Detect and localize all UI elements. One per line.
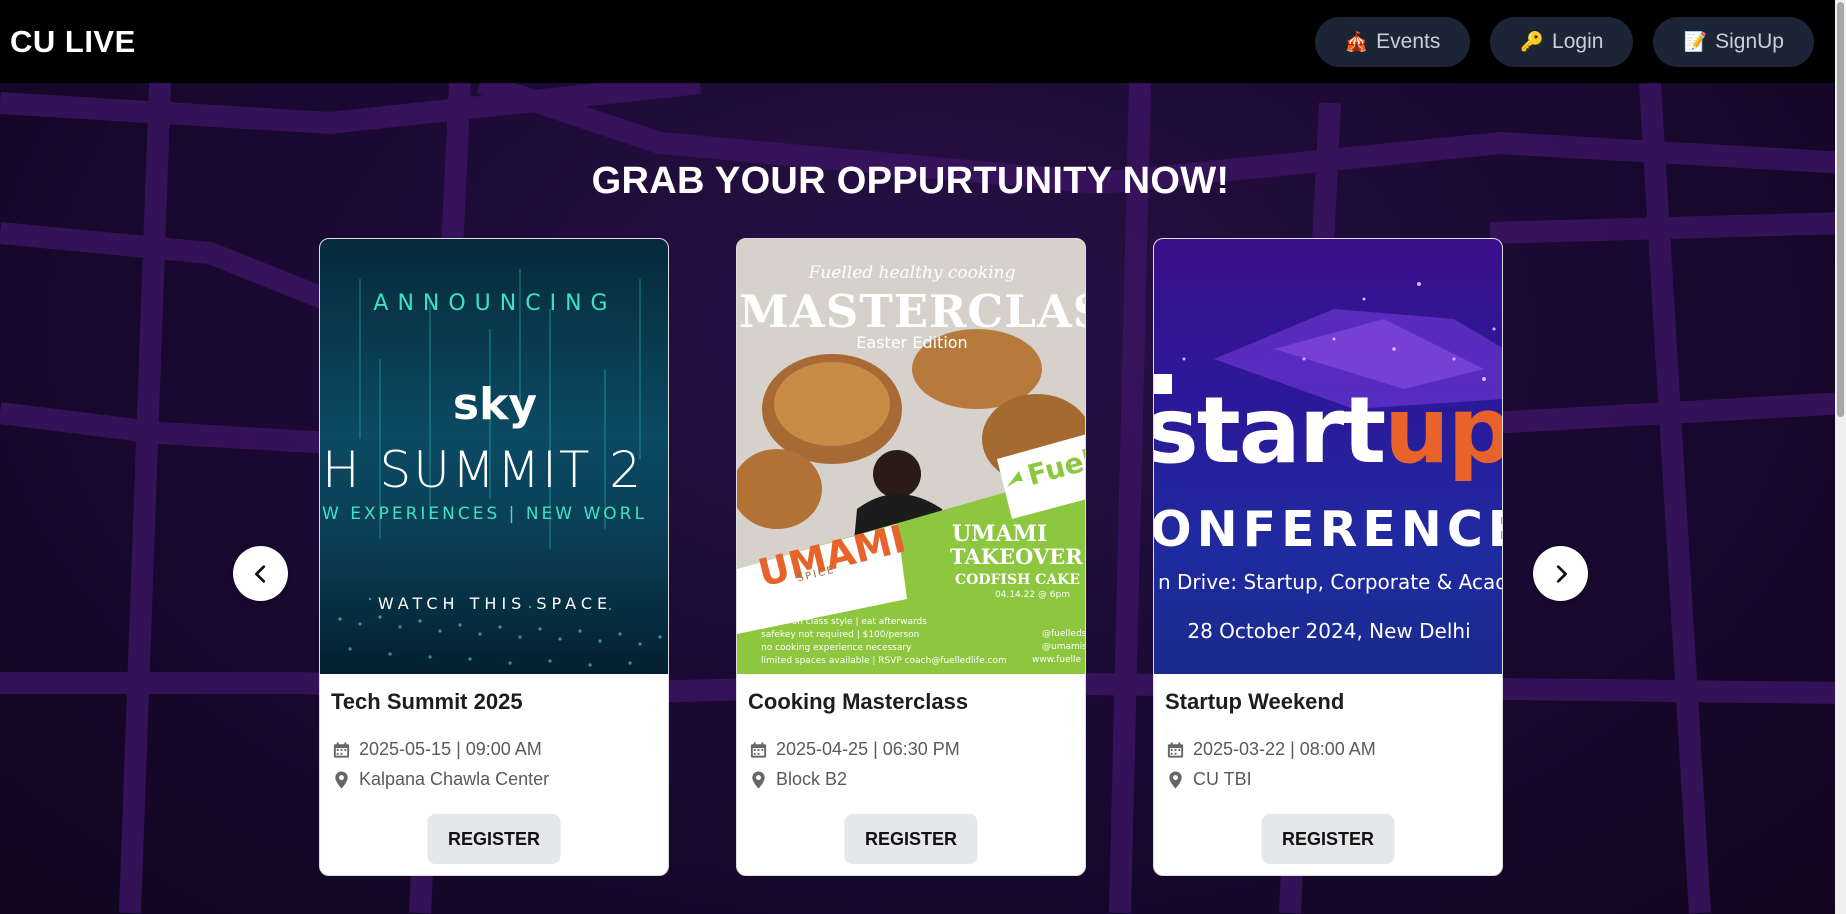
event-poster[interactable]: ANNOUNCING sky H SUMMIT 2 W EXPERIENCES …	[320, 239, 668, 674]
poster-codfish: CODFISH CAKE	[955, 572, 1081, 588]
key-icon: 🔑	[1520, 31, 1545, 53]
poster-up-text: up	[1384, 377, 1503, 484]
carousel-prev-button[interactable]	[233, 546, 288, 601]
event-card[interactable]: ANNOUNCING sky H SUMMIT 2 W EXPERIENCES …	[319, 238, 669, 876]
page-title: GRAB YOUR OPPURTUNITY NOW!	[591, 160, 1230, 202]
event-location-row: Block B2	[749, 769, 847, 790]
event-title: Cooking Masterclass	[748, 689, 969, 714]
login-button[interactable]: 🔑 Login	[1490, 16, 1634, 67]
register-button[interactable]: REGISTER	[427, 814, 561, 864]
event-location: Block B2	[776, 769, 848, 789]
poster-datetime: 04.14.22 @ 6pm	[995, 590, 1071, 600]
poster-info-1: hands-on class style | eat afterwards	[761, 617, 927, 627]
top-navbar: CU LIVE 🎪 Events 🔑 Login 📝 SignUp	[0, 0, 1846, 83]
calendar-icon	[1167, 741, 1184, 758]
poster-announcing: ANNOUNCING	[373, 291, 617, 316]
event-date: 2025-04-25 | 06:30 PM	[776, 739, 960, 759]
event-date-row: 2025-04-25 | 06:30 PM	[749, 739, 960, 760]
memo-icon: 📝	[1683, 31, 1708, 53]
register-button[interactable]: REGISTER	[1261, 814, 1395, 864]
events-label: Events	[1376, 29, 1441, 53]
event-title: Tech Summit 2025	[331, 689, 523, 714]
event-date-row: 2025-03-22 | 08:00 AM	[1166, 739, 1376, 760]
signup-button[interactable]: 📝 SignUp	[1653, 16, 1814, 67]
poster-watch: WATCH THIS SPACE	[377, 594, 613, 613]
poster-startup-word: startup	[1154, 377, 1503, 484]
event-date-row: 2025-05-15 | 09:00 AM	[332, 739, 542, 760]
poster-start-text: start	[1154, 377, 1386, 484]
poster-info-2: safekey not required | $100/person	[761, 630, 920, 640]
chevron-left-icon	[254, 564, 265, 583]
poster-date: 28 October 2024, New Delhi	[1187, 619, 1471, 643]
event-date: 2025-03-22 | 08:00 AM	[1193, 739, 1376, 759]
event-card[interactable]: startup ONFERENCE n Drive: Startup, Corp…	[1153, 238, 1503, 876]
signup-label: SignUp	[1715, 29, 1784, 53]
brand-logo[interactable]: CU LIVE	[10, 24, 136, 60]
poster-tagline: n Drive: Startup, Corporate & Acade	[1158, 570, 1503, 594]
poster-takeover: TAKEOVER	[950, 544, 1083, 569]
circus-tent-icon: 🎪	[1344, 31, 1369, 53]
event-title: Startup Weekend	[1165, 689, 1345, 714]
map-pin-icon	[335, 770, 348, 789]
event-date: 2025-05-15 | 09:00 AM	[359, 739, 542, 759]
event-location: CU TBI	[1193, 769, 1252, 789]
event-location: Kalpana Chawla Center	[359, 769, 550, 789]
poster-script: Fuelled healthy cooking	[808, 263, 1016, 283]
poster-info-3: no cooking experience necessary	[761, 643, 912, 653]
map-pin-icon	[1169, 770, 1182, 789]
poster-handle-1: @fuelleds	[1042, 629, 1086, 639]
poster-summit-title: H SUMMIT 2	[322, 441, 644, 499]
poster-handle-2: @umamis	[1042, 642, 1086, 652]
register-button[interactable]: REGISTER	[844, 814, 978, 864]
carousel-next-button[interactable]	[1533, 546, 1588, 601]
event-poster[interactable]: startup ONFERENCE n Drive: Startup, Corp…	[1154, 239, 1503, 674]
chevron-right-icon	[1556, 564, 1567, 583]
poster-handle-3: www.fuelle	[1032, 655, 1082, 665]
event-location-row: CU TBI	[1166, 769, 1252, 790]
poster-info-4: limited spaces available | RSVP coach@fu…	[761, 656, 1007, 666]
map-pin-icon	[752, 770, 765, 789]
login-label: Login	[1552, 29, 1604, 53]
scrollbar-thumb[interactable]	[1837, 2, 1844, 417]
poster-tagline: W EXPERIENCES | NEW WORL	[322, 504, 647, 524]
nav-links: 🎪 Events 🔑 Login 📝 SignUp	[1314, 16, 1814, 67]
poster-masterclass: MASTERCLAS	[739, 285, 1086, 338]
page-scrollbar[interactable]	[1835, 0, 1846, 914]
events-button[interactable]: 🎪 Events	[1314, 16, 1471, 67]
poster-sky-logo: sky	[452, 379, 538, 430]
calendar-icon	[333, 741, 350, 758]
poster-easter: Easter Edition	[856, 333, 968, 352]
calendar-icon	[750, 741, 767, 758]
poster-conference: ONFERENCE	[1154, 501, 1503, 558]
event-location-row: Kalpana Chawla Center	[332, 769, 549, 790]
event-card[interactable]: Fuelled healthy cooking MASTERCLAS Easte…	[736, 238, 1086, 876]
event-poster[interactable]: Fuelled healthy cooking MASTERCLAS Easte…	[737, 239, 1086, 674]
